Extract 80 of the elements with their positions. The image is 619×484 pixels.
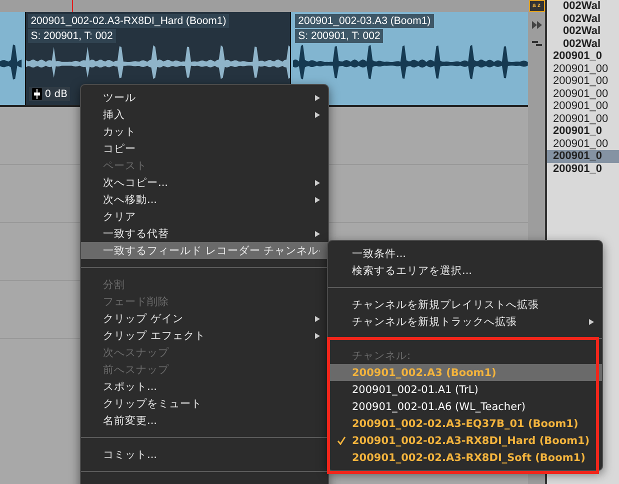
menu-item-label: 一致条件... <box>352 246 406 260</box>
menu-item-label: ペースト <box>103 158 147 172</box>
fader-icon <box>32 88 42 100</box>
menu-item-label: クリップ エフェクト <box>103 328 206 342</box>
menu-item-label: コピー <box>103 142 136 156</box>
menu-item[interactable]: チャンネルを新規トラックへ拡張 <box>328 313 602 330</box>
clip-list-item[interactable]: 200901_00 <box>547 88 619 100</box>
clip-list-item[interactable]: 200901_0 <box>547 50 619 62</box>
clip-list-item[interactable]: 200901_00 <box>547 112 619 125</box>
clip-name: 200901_002-02.A3-RX8DI_Hard (Boom1) <box>28 14 230 28</box>
menu-item-label: フェード削除 <box>103 294 169 308</box>
submenu-arrow-icon <box>315 316 320 322</box>
menu-item-label: 次へ移動... <box>103 192 158 206</box>
clip-list-item[interactable]: 200901_0 <box>547 162 619 175</box>
menu-item[interactable]: 次へコピー... <box>81 174 328 191</box>
menu-item-label: 一致するフィールド レコーダー チャンネル <box>103 244 319 258</box>
menu-item[interactable]: 挿入 <box>81 106 328 123</box>
menu-item[interactable]: コピー <box>81 140 328 157</box>
clip-scene-take: S: 200901, T: 002 <box>295 29 384 43</box>
submenu-arrow-icon <box>315 196 320 202</box>
channel-name: 200901_002-01.A6 (WL_Teacher) <box>352 400 526 412</box>
menu-item-label: 次へコピー... <box>103 176 168 190</box>
menu-item-label: 前へスナップ <box>103 362 169 376</box>
channel-name: 200901_002-01.A1 (TrL) <box>352 384 478 396</box>
section-header: チャンネル: <box>351 348 412 364</box>
clip-list-item[interactable]: 200901_00 <box>547 138 619 150</box>
menu-item-label: チャンネルを新規トラックへ拡張 <box>352 314 517 328</box>
menu-item-label: 挿入 <box>103 108 125 122</box>
menu-item-label: 一致する代替 <box>103 226 169 240</box>
clip-list-item[interactable]: 200901_00 <box>547 75 619 88</box>
menu-item[interactable]: クリップ ゲイン <box>81 310 328 327</box>
clip-list-item[interactable]: 200901_0 <box>547 125 619 138</box>
submenu-arrow-icon <box>315 332 320 338</box>
menu-item[interactable]: チャンネルを新規プレイリストへ拡張 <box>328 296 602 313</box>
submenu-arrow-icon <box>315 180 320 186</box>
menu-item-label: 次へスナップ <box>103 346 169 360</box>
menu-item-label: 名前変更... <box>103 414 158 428</box>
clip-list-item[interactable]: 200901_00 <box>547 62 619 75</box>
menu-item[interactable]: 次へ移動... <box>81 191 328 208</box>
clip-list-item[interactable]: 200901_0 <box>547 150 619 162</box>
menu-item-label: ツール <box>103 90 136 104</box>
clip-list-item[interactable]: 002Wal <box>547 38 619 50</box>
gain-value: 0 dB <box>44 88 68 100</box>
menu-item-label: 検索するエリアを選択... <box>352 264 472 278</box>
clip-gain-badge[interactable]: 0 dB <box>28 87 70 101</box>
menu-item-label: コミット... <box>103 448 158 462</box>
menu-item[interactable]: スポット... <box>81 378 328 395</box>
clip-name: 200901_002-03.A3 (Boom1) <box>295 14 434 28</box>
menu-item[interactable]: クリップをミュート <box>81 395 328 412</box>
menu-item-label: クリア <box>103 210 136 224</box>
channel-name: 200901_002-02.A3-EQ37B_01 (Boom1) <box>352 418 578 430</box>
submenu-arrow-icon <box>315 230 320 236</box>
menu-item[interactable]: クリア <box>81 208 328 225</box>
menu-item[interactable]: カット <box>81 123 328 140</box>
menu-item-label: クリップ ゲイン <box>103 312 184 326</box>
menu-item-label: カット <box>103 124 136 138</box>
menu-item[interactable]: コミット... <box>81 446 328 463</box>
menu-item-label: 分割 <box>103 278 125 292</box>
clip-list-item[interactable]: 200901_00 <box>547 100 619 112</box>
clip-list-item[interactable]: 002Wal <box>547 12 619 25</box>
clip-list-item[interactable]: 002Wal <box>547 25 619 38</box>
submenu-arrow-icon <box>315 112 320 118</box>
menu-item-label: チャンネルを新規プレイリストへ拡張 <box>352 298 539 312</box>
menu-item[interactable]: クリップ エフェクト <box>81 327 328 344</box>
clip-list-item[interactable]: 002Wal <box>547 0 619 12</box>
clip-scene-take: S: 200901, T: 002 <box>28 29 116 43</box>
menu-item[interactable]: 名前変更... <box>81 412 328 429</box>
submenu-arrow-icon <box>589 318 594 324</box>
menu-item[interactable]: 一致条件... <box>328 245 602 262</box>
menu-item-label: クリップをミュート <box>103 396 202 410</box>
fast-forward-icon[interactable] <box>530 18 544 32</box>
channel-name: 200901_002.A3 (Boom1) <box>352 366 496 378</box>
channel-name: 200901_002-02.A3-RX8DI_Soft (Boom1) <box>352 452 586 464</box>
submenu-arrow-icon <box>315 94 320 100</box>
minus-icon[interactable] <box>530 38 544 48</box>
menu-item[interactable]: 検索するエリアを選択... <box>328 262 602 279</box>
channel-name: 200901_002-02.A3-RX8DI_Hard (Boom1) <box>352 434 590 446</box>
menu-item[interactable]: 一致する代替 <box>81 225 328 242</box>
menu-item[interactable]: 一致するフィールド レコーダー チャンネル <box>81 242 328 259</box>
menu-item-label: スポット... <box>103 380 158 394</box>
